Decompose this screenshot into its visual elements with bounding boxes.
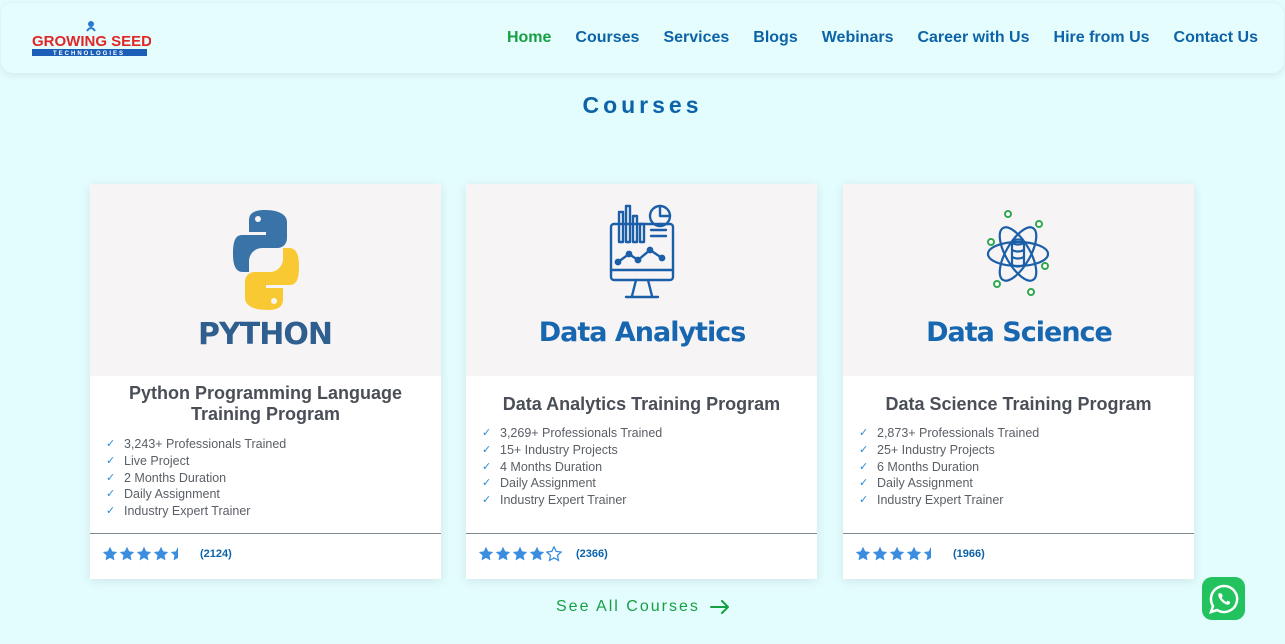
logo-wordmark: GROWING SEED [32, 33, 151, 50]
course-title: Python Programming Language Training Pro… [128, 383, 403, 424]
whatsapp-chat-button[interactable] [1202, 577, 1245, 620]
review-count: (1966) [953, 548, 985, 560]
nav-contact[interactable]: Contact Us [1174, 29, 1258, 47]
nav-webinars[interactable]: Webinars [822, 29, 894, 47]
star-full-icon [889, 546, 905, 561]
divider [843, 533, 1194, 534]
list-item: ✓ Live Project [106, 453, 190, 468]
course-card-python[interactable]: PYTHON Python Programming Language Train… [90, 184, 441, 579]
star-full-icon [119, 546, 135, 561]
course-card-data-analytics[interactable]: Data Analytics Data Analytics Training P… [466, 184, 817, 579]
logo-subtitle: TECHNOLOGIES [53, 51, 125, 57]
feature-list: ✓ 3,243+ Professionals Trained ✓ Live Proj… [90, 436, 441, 520]
star-rating [102, 546, 186, 562]
check-icon: ✓ [106, 438, 116, 450]
analytics-monitor-icon: Data Analytics [539, 204, 746, 348]
check-icon: ✓ [482, 427, 492, 439]
star-rating [855, 546, 939, 562]
rating: (2124) [102, 546, 232, 562]
course-banner: Data Science [843, 184, 1194, 376]
section-title: Courses [582, 92, 703, 118]
check-icon: ✓ [482, 477, 492, 490]
main-menu: Home Courses Services Blogs Webinars Car… [483, 29, 1258, 47]
feature-list: ✓ 2,873+ Professionals Trained ✓ 25+ Indus… [843, 425, 1194, 509]
python-logo-icon: PYTHON [198, 210, 333, 352]
check-icon: ✓ [482, 494, 492, 507]
course-title: Data Analytics Training Program [502, 394, 781, 414]
list-item: ✓ 2,873+ Professionals Trained [859, 426, 1040, 440]
whatsapp-icon [1208, 584, 1238, 614]
star-full-icon [872, 546, 888, 561]
check-icon: ✓ [482, 460, 492, 473]
see-all-label: See All Courses [556, 598, 700, 615]
list-item: ✓ 4 Months Duration [482, 459, 603, 474]
list-item: ✓ Daily Assignment [859, 476, 973, 491]
star-full-icon [495, 546, 511, 561]
nav-blogs[interactable]: Blogs [753, 29, 797, 47]
logo[interactable]: GROWING SEED TECHNOLOGIES [31, 19, 151, 59]
nav-courses[interactable]: Courses [575, 29, 639, 47]
star-empty-icon [546, 546, 562, 562]
check-icon: ✓ [106, 454, 116, 467]
divider [466, 533, 817, 534]
list-item: ✓ 15+ Industry Projects [482, 442, 618, 457]
check-icon: ✓ [859, 443, 869, 456]
star-rating [478, 546, 562, 562]
rating: (1966) [855, 546, 985, 562]
star-half-icon [923, 546, 931, 561]
nav-hire[interactable]: Hire from Us [1054, 29, 1150, 47]
course-title: Data Science Training Program [885, 394, 1152, 414]
star-half-icon [170, 546, 178, 561]
list-item: ✓ 2 Months Duration [106, 470, 227, 485]
nav-career[interactable]: Career with Us [917, 29, 1029, 47]
star-full-icon [136, 546, 152, 561]
check-icon: ✓ [106, 505, 116, 518]
check-icon: ✓ [859, 427, 869, 439]
list-item: ✓ 25+ Industry Projects [859, 442, 995, 457]
banner-text: Data Analytics [539, 317, 746, 348]
banner-text: PYTHON [198, 317, 332, 352]
top-navbar: GROWING SEED TECHNOLOGIES Home Courses S… [1, 3, 1284, 73]
nav-home[interactable]: Home [507, 29, 551, 47]
star-full-icon [529, 546, 545, 561]
check-icon: ✓ [859, 477, 869, 490]
star-full-icon [906, 546, 922, 561]
nav-services[interactable]: Services [663, 29, 729, 47]
list-item: ✓ Daily Assignment [106, 487, 220, 502]
list-item: ✓ Industry Expert Trainer [859, 493, 1004, 508]
review-count: (2124) [200, 548, 232, 560]
divider [90, 533, 441, 534]
banner-text: Data Science [926, 317, 1112, 348]
course-banner: PYTHON [90, 184, 441, 376]
course-card-data-science[interactable]: Data Science Data Science Training Progr… [843, 184, 1194, 579]
check-icon: ✓ [106, 488, 116, 501]
list-item: ✓ 3,269+ Professionals Trained [482, 426, 663, 440]
rating: (2366) [478, 546, 608, 562]
star-full-icon [855, 546, 871, 561]
star-full-icon [512, 546, 528, 561]
list-item: ✓ 3,243+ Professionals Trained [106, 437, 287, 451]
star-full-icon [153, 546, 169, 561]
see-all-courses-link[interactable]: See All Courses [556, 598, 730, 616]
star-full-icon [478, 546, 494, 561]
course-banner: Data Analytics [466, 184, 817, 376]
atom-database-icon: Data Science [926, 210, 1113, 348]
list-item: ✓ Daily Assignment [482, 476, 596, 491]
star-full-icon [102, 546, 118, 561]
list-item: ✓ Industry Expert Trainer [482, 493, 627, 508]
check-icon: ✓ [859, 460, 869, 473]
review-count: (2366) [576, 548, 608, 560]
check-icon: ✓ [482, 443, 492, 456]
list-item: ✓ 6 Months Duration [859, 459, 980, 474]
arrow-right-icon [709, 600, 729, 614]
feature-list: ✓ 3,269+ Professionals Trained ✓ 15+ Indus… [466, 425, 817, 509]
check-icon: ✓ [106, 471, 116, 484]
check-icon: ✓ [859, 494, 869, 507]
list-item: ✓ Industry Expert Trainer [106, 504, 251, 519]
